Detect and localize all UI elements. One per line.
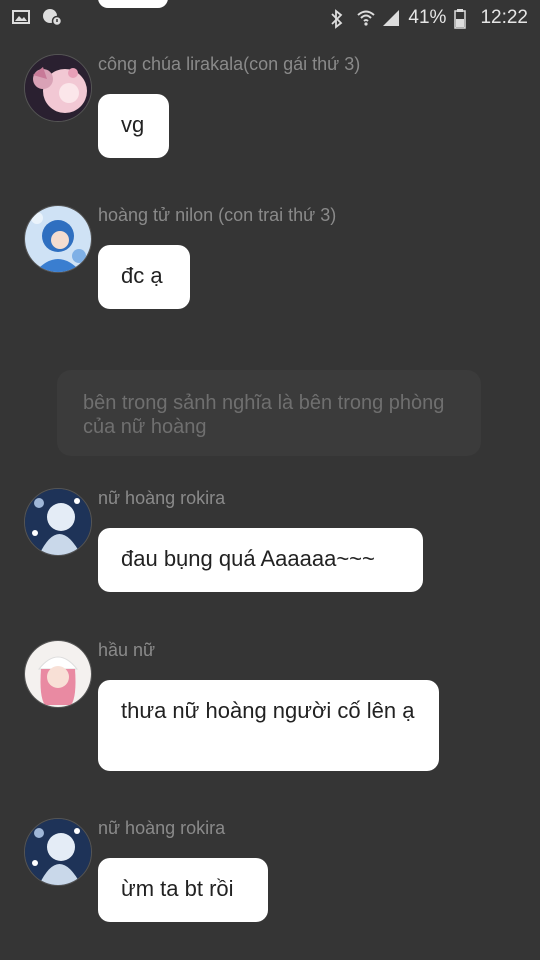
white-hair-queen-avatar[interactable]: [24, 818, 92, 886]
message-text: đau bụng quá Aaaaaa~~~: [121, 546, 375, 571]
status-bar: 41% 12:22: [0, 0, 540, 36]
message-bubble[interactable]: đc ạ: [98, 245, 190, 309]
pink-anime-girl-avatar[interactable]: [24, 54, 92, 122]
chat-screen: 41% 12:22 công chúa lirakala(con gái thứ…: [0, 0, 540, 960]
sender-name: công chúa lirakala(con gái thứ 3): [98, 54, 361, 74]
chat-notification-icon: [42, 8, 63, 27]
message-text: đc ạ: [121, 263, 163, 288]
message-text: ừm ta bt rồi: [121, 876, 234, 901]
pink-hair-maid-avatar[interactable]: [24, 640, 92, 708]
battery-icon: [454, 9, 472, 29]
message-text: thưa nữ hoàng người cố lên ạ: [121, 698, 415, 723]
previous-message-bubble: [98, 0, 168, 8]
system-message-text: bên trong sảnh nghĩa là bên trong phòng …: [83, 392, 445, 438]
message-bubble[interactable]: đau bụng quá Aaaaaa~~~: [98, 528, 423, 592]
battery-percent: 41%: [408, 7, 447, 28]
clock: 12:22: [480, 7, 528, 28]
sender-name: hoàng tử nilon (con trai thứ 3): [98, 205, 337, 225]
sender-name: nữ hoàng rokira: [98, 818, 226, 838]
sender-name: hầu nữ: [98, 640, 156, 660]
white-hair-queen-avatar[interactable]: [24, 488, 92, 556]
signal-icon: [382, 9, 400, 27]
bluetooth-icon: [330, 9, 348, 29]
message-bubble[interactable]: thưa nữ hoàng người cố lên ạ: [98, 680, 439, 771]
system-message: bên trong sảnh nghĩa là bên trong phòng …: [57, 370, 481, 456]
image-icon: [12, 8, 30, 26]
message-bubble[interactable]: vg: [98, 94, 169, 158]
message-text: vg: [121, 112, 145, 137]
wifi-icon: [356, 9, 376, 27]
message-bubble[interactable]: ừm ta bt rồi: [98, 858, 268, 922]
sender-name: nữ hoàng rokira: [98, 488, 226, 508]
blue-anime-boy-avatar[interactable]: [24, 205, 92, 273]
